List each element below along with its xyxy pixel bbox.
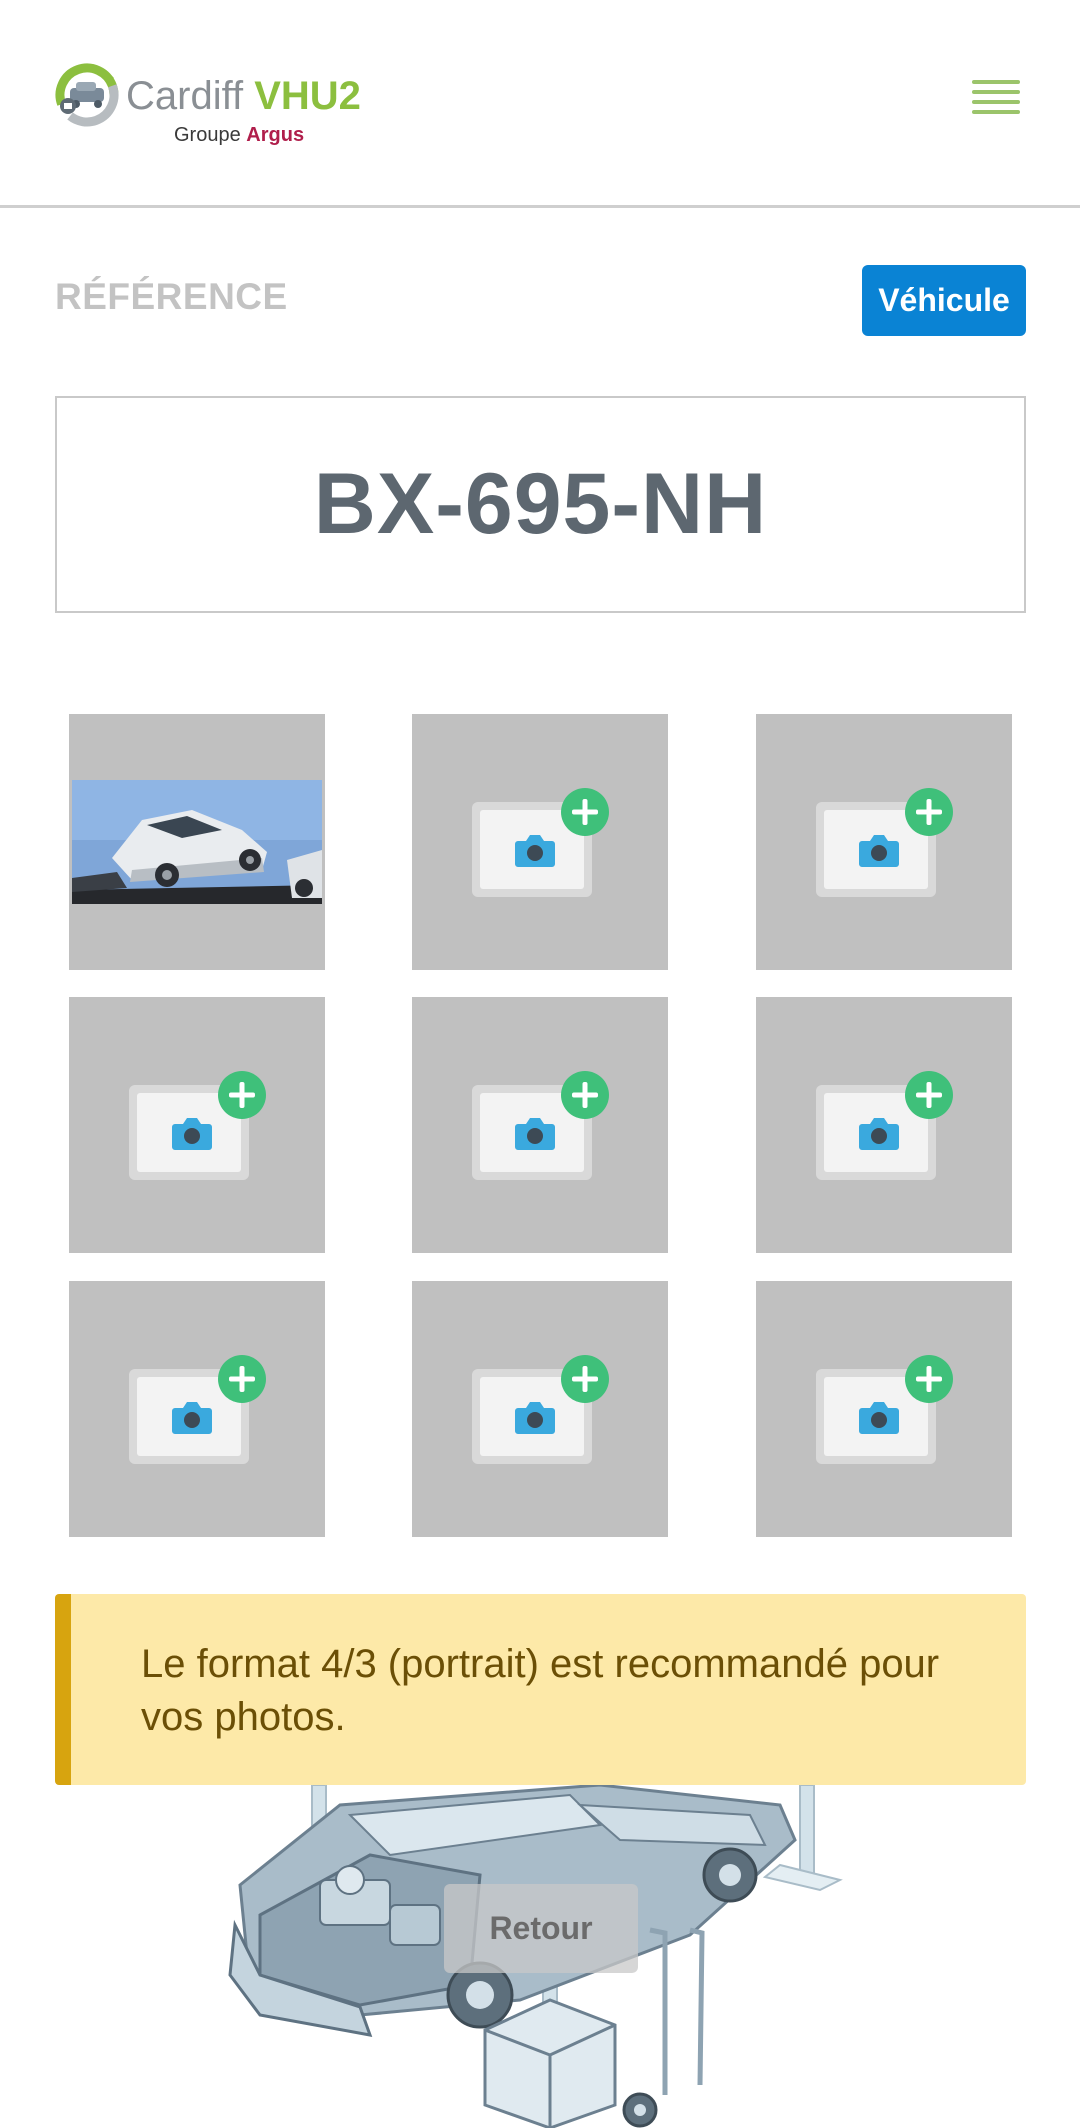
camera-icon	[515, 835, 555, 867]
add-photo-icon[interactable]	[560, 1354, 610, 1404]
add-photo-icon[interactable]	[217, 1070, 267, 1120]
logo-wordmark: Cardiff VHU2	[126, 72, 361, 120]
back-button[interactable]: Retour	[444, 1884, 638, 1973]
add-photo-icon[interactable]	[904, 1354, 954, 1404]
logo-vhu: VHU2	[254, 74, 361, 118]
logo-subtitle: Groupe Argus	[174, 122, 304, 148]
notice-text: Le format 4/3 (portrait) est recommandé …	[141, 1642, 940, 1739]
license-plate: BX-695-NH	[313, 456, 768, 552]
photo-slot-5[interactable]	[412, 997, 668, 1253]
add-photo-icon[interactable]	[904, 787, 954, 837]
vehicle-photo-thumbnail[interactable]	[72, 780, 322, 904]
photo-slot-8[interactable]	[412, 1281, 668, 1537]
add-photo-icon[interactable]	[560, 787, 610, 837]
add-photo-icon[interactable]	[217, 1354, 267, 1404]
camera-icon	[172, 1118, 212, 1150]
camera-icon	[172, 1402, 212, 1434]
photo-slot-2[interactable]	[412, 714, 668, 970]
logo-argus: Argus	[246, 124, 305, 146]
photo-slot-7[interactable]	[69, 1281, 325, 1537]
photo-format-notice: Le format 4/3 (portrait) est recommandé …	[55, 1594, 1026, 1785]
camera-icon	[859, 1118, 899, 1150]
photo-slot-4[interactable]	[69, 997, 325, 1253]
cardiff-vhu2-logo[interactable]: Cardiff VHU2 Groupe Argus	[54, 62, 384, 157]
app-header: Cardiff VHU2 Groupe Argus	[0, 0, 1080, 208]
camera-icon	[515, 1402, 555, 1434]
logo-cardiff: Cardiff	[126, 74, 244, 118]
photo-slot-3[interactable]	[756, 714, 1012, 970]
camera-icon	[859, 1402, 899, 1434]
photo-slot-9[interactable]	[756, 1281, 1012, 1537]
camera-icon	[859, 835, 899, 867]
camera-icon	[515, 1118, 555, 1150]
logo-mark-icon	[55, 63, 119, 127]
hamburger-menu-icon[interactable]	[972, 80, 1020, 124]
vehicle-button[interactable]: Véhicule	[862, 265, 1026, 336]
photo-slot-6[interactable]	[756, 997, 1012, 1253]
logo-groupe: Groupe	[174, 124, 241, 146]
add-photo-icon[interactable]	[904, 1070, 954, 1120]
plate-box: BX-695-NH	[55, 396, 1026, 613]
add-photo-icon[interactable]	[560, 1070, 610, 1120]
photo-slot-1[interactable]	[69, 714, 325, 970]
reference-label: RÉFÉRENCE	[55, 276, 288, 317]
